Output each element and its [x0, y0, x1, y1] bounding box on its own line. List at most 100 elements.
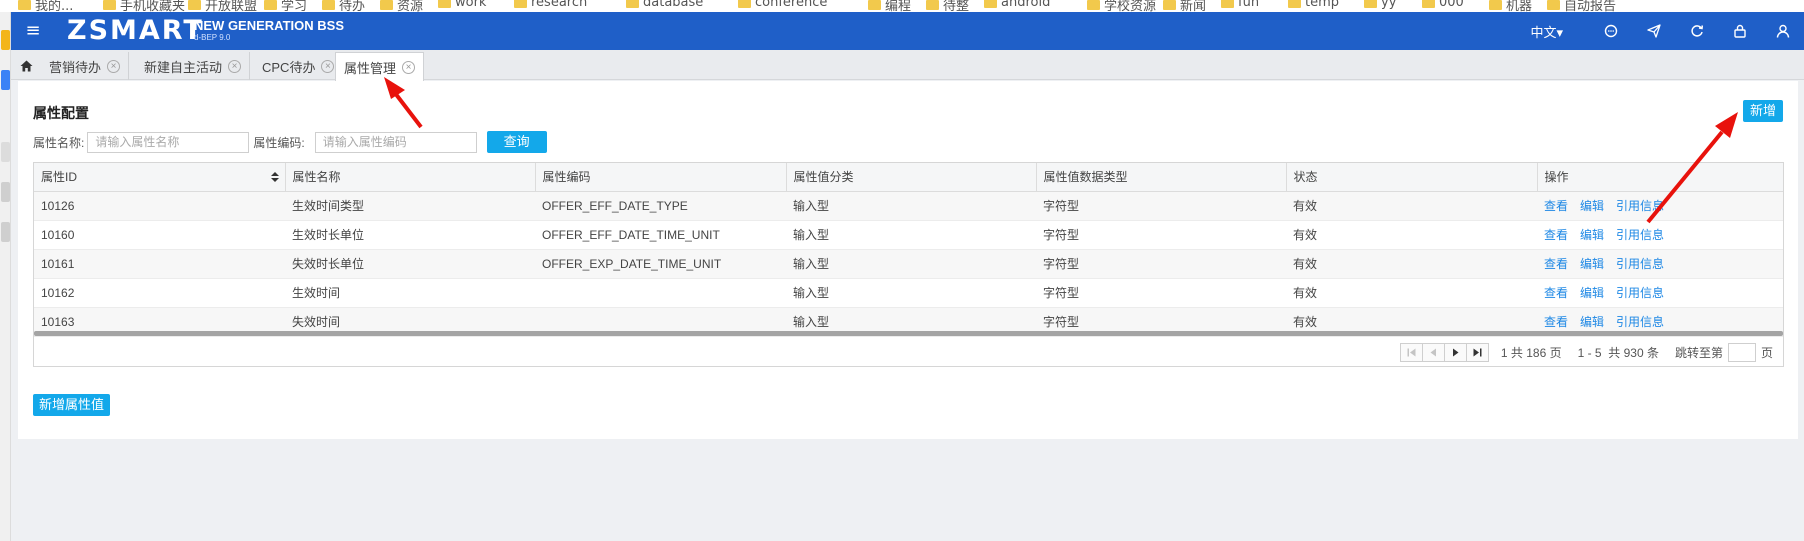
tab-marketing-todo[interactable]: 营销待办 × — [41, 52, 130, 80]
cell-name: 失效时长单位 — [285, 249, 535, 279]
jump-page-input[interactable] — [1727, 342, 1756, 362]
cell-data-type: 字符型 — [1036, 249, 1286, 279]
brand-logo: ZSMART — [67, 15, 204, 46]
bookmark-item[interactable]: 学校资源 — [1087, 0, 1156, 12]
bookmark-item[interactable]: fun — [1221, 0, 1259, 10]
table-row[interactable]: 10162 生效时间 输入型 字符型 有效 查看 编辑 引用信息 — [34, 278, 1783, 308]
add-button[interactable]: 新增 — [1743, 100, 1783, 122]
table-row[interactable]: 10126 生效时间类型 OFFER_EFF_DATE_TYPE 输入型 字符型 有效 查看… — [34, 191, 1783, 221]
view-link[interactable]: 查看 — [1544, 257, 1568, 271]
tab-label: CPC待办 — [262, 59, 316, 75]
attribute-code-input[interactable] — [314, 131, 477, 153]
close-icon[interactable]: × — [228, 59, 242, 73]
folder-icon — [103, 0, 116, 10]
view-link[interactable]: 查看 — [1544, 199, 1568, 213]
folder-icon — [1422, 0, 1435, 8]
bookmark-item[interactable]: 待整 — [926, 0, 969, 12]
bookmark-item[interactable]: temp — [1288, 0, 1339, 10]
bookmark-item[interactable]: work — [438, 0, 486, 10]
last-page-icon[interactable] — [1465, 342, 1489, 362]
side-tool-icon[interactable] — [1, 182, 10, 202]
bookmark-item[interactable]: 自动报告 — [1547, 0, 1616, 12]
bookmark-item[interactable]: 开放联盟 — [188, 0, 257, 12]
folder-icon — [1087, 0, 1100, 10]
folder-icon — [1547, 0, 1560, 10]
chat-icon[interactable] — [1589, 12, 1632, 50]
first-page-icon[interactable] — [1399, 342, 1423, 362]
reference-info-link[interactable]: 引用信息 — [1616, 286, 1664, 300]
reference-info-link[interactable]: 引用信息 — [1616, 228, 1664, 242]
cell-id: 10162 — [34, 278, 285, 308]
home-icon[interactable] — [15, 52, 37, 80]
folder-icon — [868, 0, 881, 10]
folder-icon — [514, 0, 527, 8]
brand-subtitle: NEW GENERATION BSS — [194, 18, 344, 33]
close-icon[interactable]: × — [402, 60, 416, 74]
folder-icon — [264, 0, 277, 10]
send-icon[interactable] — [1632, 12, 1675, 50]
bookmark-item[interactable]: yy — [1364, 0, 1396, 10]
table-row[interactable]: 10160 生效时长单位 OFFER_EFF_DATE_TIME_UNIT 输入型 字符… — [34, 220, 1783, 250]
view-link[interactable]: 查看 — [1544, 286, 1568, 300]
refresh-icon[interactable] — [1675, 12, 1718, 50]
tab-attribute-management[interactable]: 属性管理 × — [335, 52, 425, 81]
edit-link[interactable]: 编辑 — [1580, 228, 1604, 242]
bookmark-item[interactable]: 资源 — [380, 0, 423, 12]
hamburger-icon[interactable]: ≡ — [21, 21, 45, 41]
bookmark-item[interactable]: 手机收藏夹 — [103, 0, 185, 12]
bookmark-item[interactable]: 000 — [1422, 0, 1464, 10]
language-select[interactable]: 中文▾ — [1530, 22, 1563, 41]
edit-link[interactable]: 编辑 — [1580, 315, 1604, 329]
bookmark-item[interactable]: 新闻 — [1163, 0, 1206, 12]
column-header: 属性值数据类型 — [1036, 163, 1287, 192]
bookmark-item[interactable]: 机器 — [1489, 0, 1532, 12]
close-icon[interactable]: × — [321, 59, 335, 73]
side-tool-icon[interactable] — [1, 142, 10, 162]
bookmark-item[interactable]: database — [626, 0, 703, 10]
side-tool-icon[interactable] — [1, 222, 10, 242]
column-header: 状态 — [1286, 163, 1538, 192]
attribute-name-input[interactable] — [87, 131, 250, 153]
side-tool-icon[interactable] — [1, 30, 10, 50]
reference-info-link[interactable]: 引用信息 — [1616, 315, 1664, 329]
next-page-icon[interactable] — [1443, 342, 1467, 362]
brand-version: d-BEP 9.0 — [194, 33, 231, 42]
bookmark-item[interactable]: 编程 — [868, 0, 911, 12]
edit-link[interactable]: 编辑 — [1580, 199, 1604, 213]
bookmark-item[interactable]: 待办 — [322, 0, 365, 12]
cell-name: 生效时间类型 — [285, 191, 535, 221]
bookmark-item[interactable]: conference — [738, 0, 827, 10]
lock-icon[interactable] — [1718, 12, 1761, 50]
reference-info-link[interactable]: 引用信息 — [1616, 257, 1664, 271]
table-row[interactable]: 10161 失效时长单位 OFFER_EXP_DATE_TIME_UNIT 输入型 字符… — [34, 249, 1783, 279]
tab-cpc-todo[interactable]: CPC待办 × — [254, 52, 344, 80]
prev-page-icon[interactable] — [1421, 342, 1445, 362]
tab-bar: 营销待办 × 新建自主活动 × CPC待办 × 属性管理 × — [11, 50, 1804, 81]
edit-link[interactable]: 编辑 — [1580, 257, 1604, 271]
attribute-name-label: 属性名称: — [33, 135, 85, 150]
side-tool-icon[interactable] — [1, 70, 10, 90]
bookmark-item[interactable]: 学习 — [264, 0, 307, 12]
user-icon[interactable] — [1761, 12, 1804, 50]
bookmark-item[interactable]: android — [984, 0, 1050, 10]
add-attribute-value-button[interactable]: 新增属性值 — [33, 394, 110, 416]
horizontal-scrollbar[interactable] — [34, 331, 1783, 336]
column-header[interactable]: 属性ID — [34, 163, 286, 192]
view-link[interactable]: 查看 — [1544, 228, 1568, 242]
range-info: 1 - 5 共 930 条 — [1577, 345, 1659, 360]
bookmark-item[interactable]: research — [514, 0, 587, 10]
tab-label: 属性管理 — [344, 60, 397, 76]
reference-info-link[interactable]: 引用信息 — [1616, 199, 1664, 213]
folder-icon — [926, 0, 939, 10]
tab-new-activity[interactable]: 新建自主活动 × — [136, 52, 251, 80]
column-header: 属性名称 — [285, 163, 536, 192]
cell-status: 有效 — [1286, 191, 1537, 221]
view-link[interactable]: 查看 — [1544, 315, 1568, 329]
query-button[interactable]: 查询 — [486, 131, 547, 153]
close-icon[interactable]: × — [107, 59, 121, 73]
cell-actions: 查看 编辑 引用信息 — [1537, 191, 1783, 221]
cell-data-type: 字符型 — [1036, 278, 1286, 308]
bookmark-item[interactable]: 我的... — [18, 0, 73, 12]
edit-link[interactable]: 编辑 — [1580, 286, 1604, 300]
sort-icon[interactable] — [270, 172, 279, 182]
